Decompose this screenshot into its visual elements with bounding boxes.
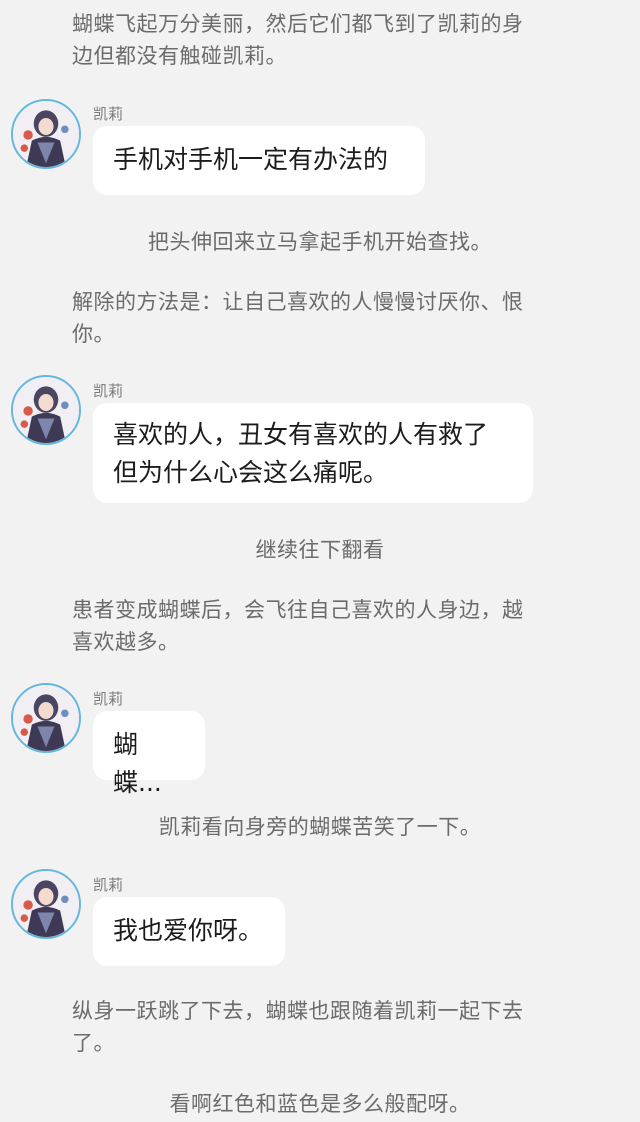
narration-text: 把头伸回来立马拿起手机开始查找。 xyxy=(148,230,492,254)
narration-text: 蝴蝶飞起万分美丽，然后它们都飞到了凯莉的身 边但都没有触碰凯莉。 xyxy=(72,12,524,68)
avatar[interactable] xyxy=(11,683,81,753)
speaker-name: 凯莉 xyxy=(93,876,124,894)
speaker-name: 凯莉 xyxy=(93,382,124,400)
message-bubble: 手机对手机一定有办法的 xyxy=(93,126,425,195)
speaker-name: 凯莉 xyxy=(93,105,124,123)
avatar[interactable] xyxy=(11,869,81,939)
message-bubble: 我也爱你呀。 xyxy=(93,897,285,966)
avatar[interactable] xyxy=(11,375,81,445)
character-portrait-icon xyxy=(13,377,79,443)
speaker-name: 凯莉 xyxy=(93,690,124,708)
avatar[interactable] xyxy=(11,99,81,169)
character-portrait-icon xyxy=(13,685,79,751)
message-bubble: 喜欢的人，丑女有喜欢的人有救了 但为什么心会这么痛呢。 xyxy=(93,403,533,503)
character-portrait-icon xyxy=(13,101,79,167)
narration-text: 纵身一跃跳了下去，蝴蝶也跟随着凯莉一起下去 了。 xyxy=(72,999,524,1055)
story-chat-view: 蝴蝶飞起万分美丽，然后它们都飞到了凯莉的身 边但都没有触碰凯莉。 凯莉 手机对手… xyxy=(0,0,640,1122)
narration-text: 看啊红色和蓝色是多么般配呀。 xyxy=(169,1092,471,1116)
narration-text: 继续往下翻看 xyxy=(255,538,385,562)
narration-text: 凯莉看向身旁的蝴蝶苦笑了一下。 xyxy=(158,815,482,839)
narration-text: 解除的方法是：让自己喜欢的人慢慢讨厌你、恨 你。 xyxy=(72,290,524,346)
message-bubble: 蝴蝶... xyxy=(93,711,205,797)
narration-text: 患者变成蝴蝶后，会飞往自己喜欢的人身边，越 喜欢越多。 xyxy=(72,598,524,654)
character-portrait-icon xyxy=(13,871,79,937)
